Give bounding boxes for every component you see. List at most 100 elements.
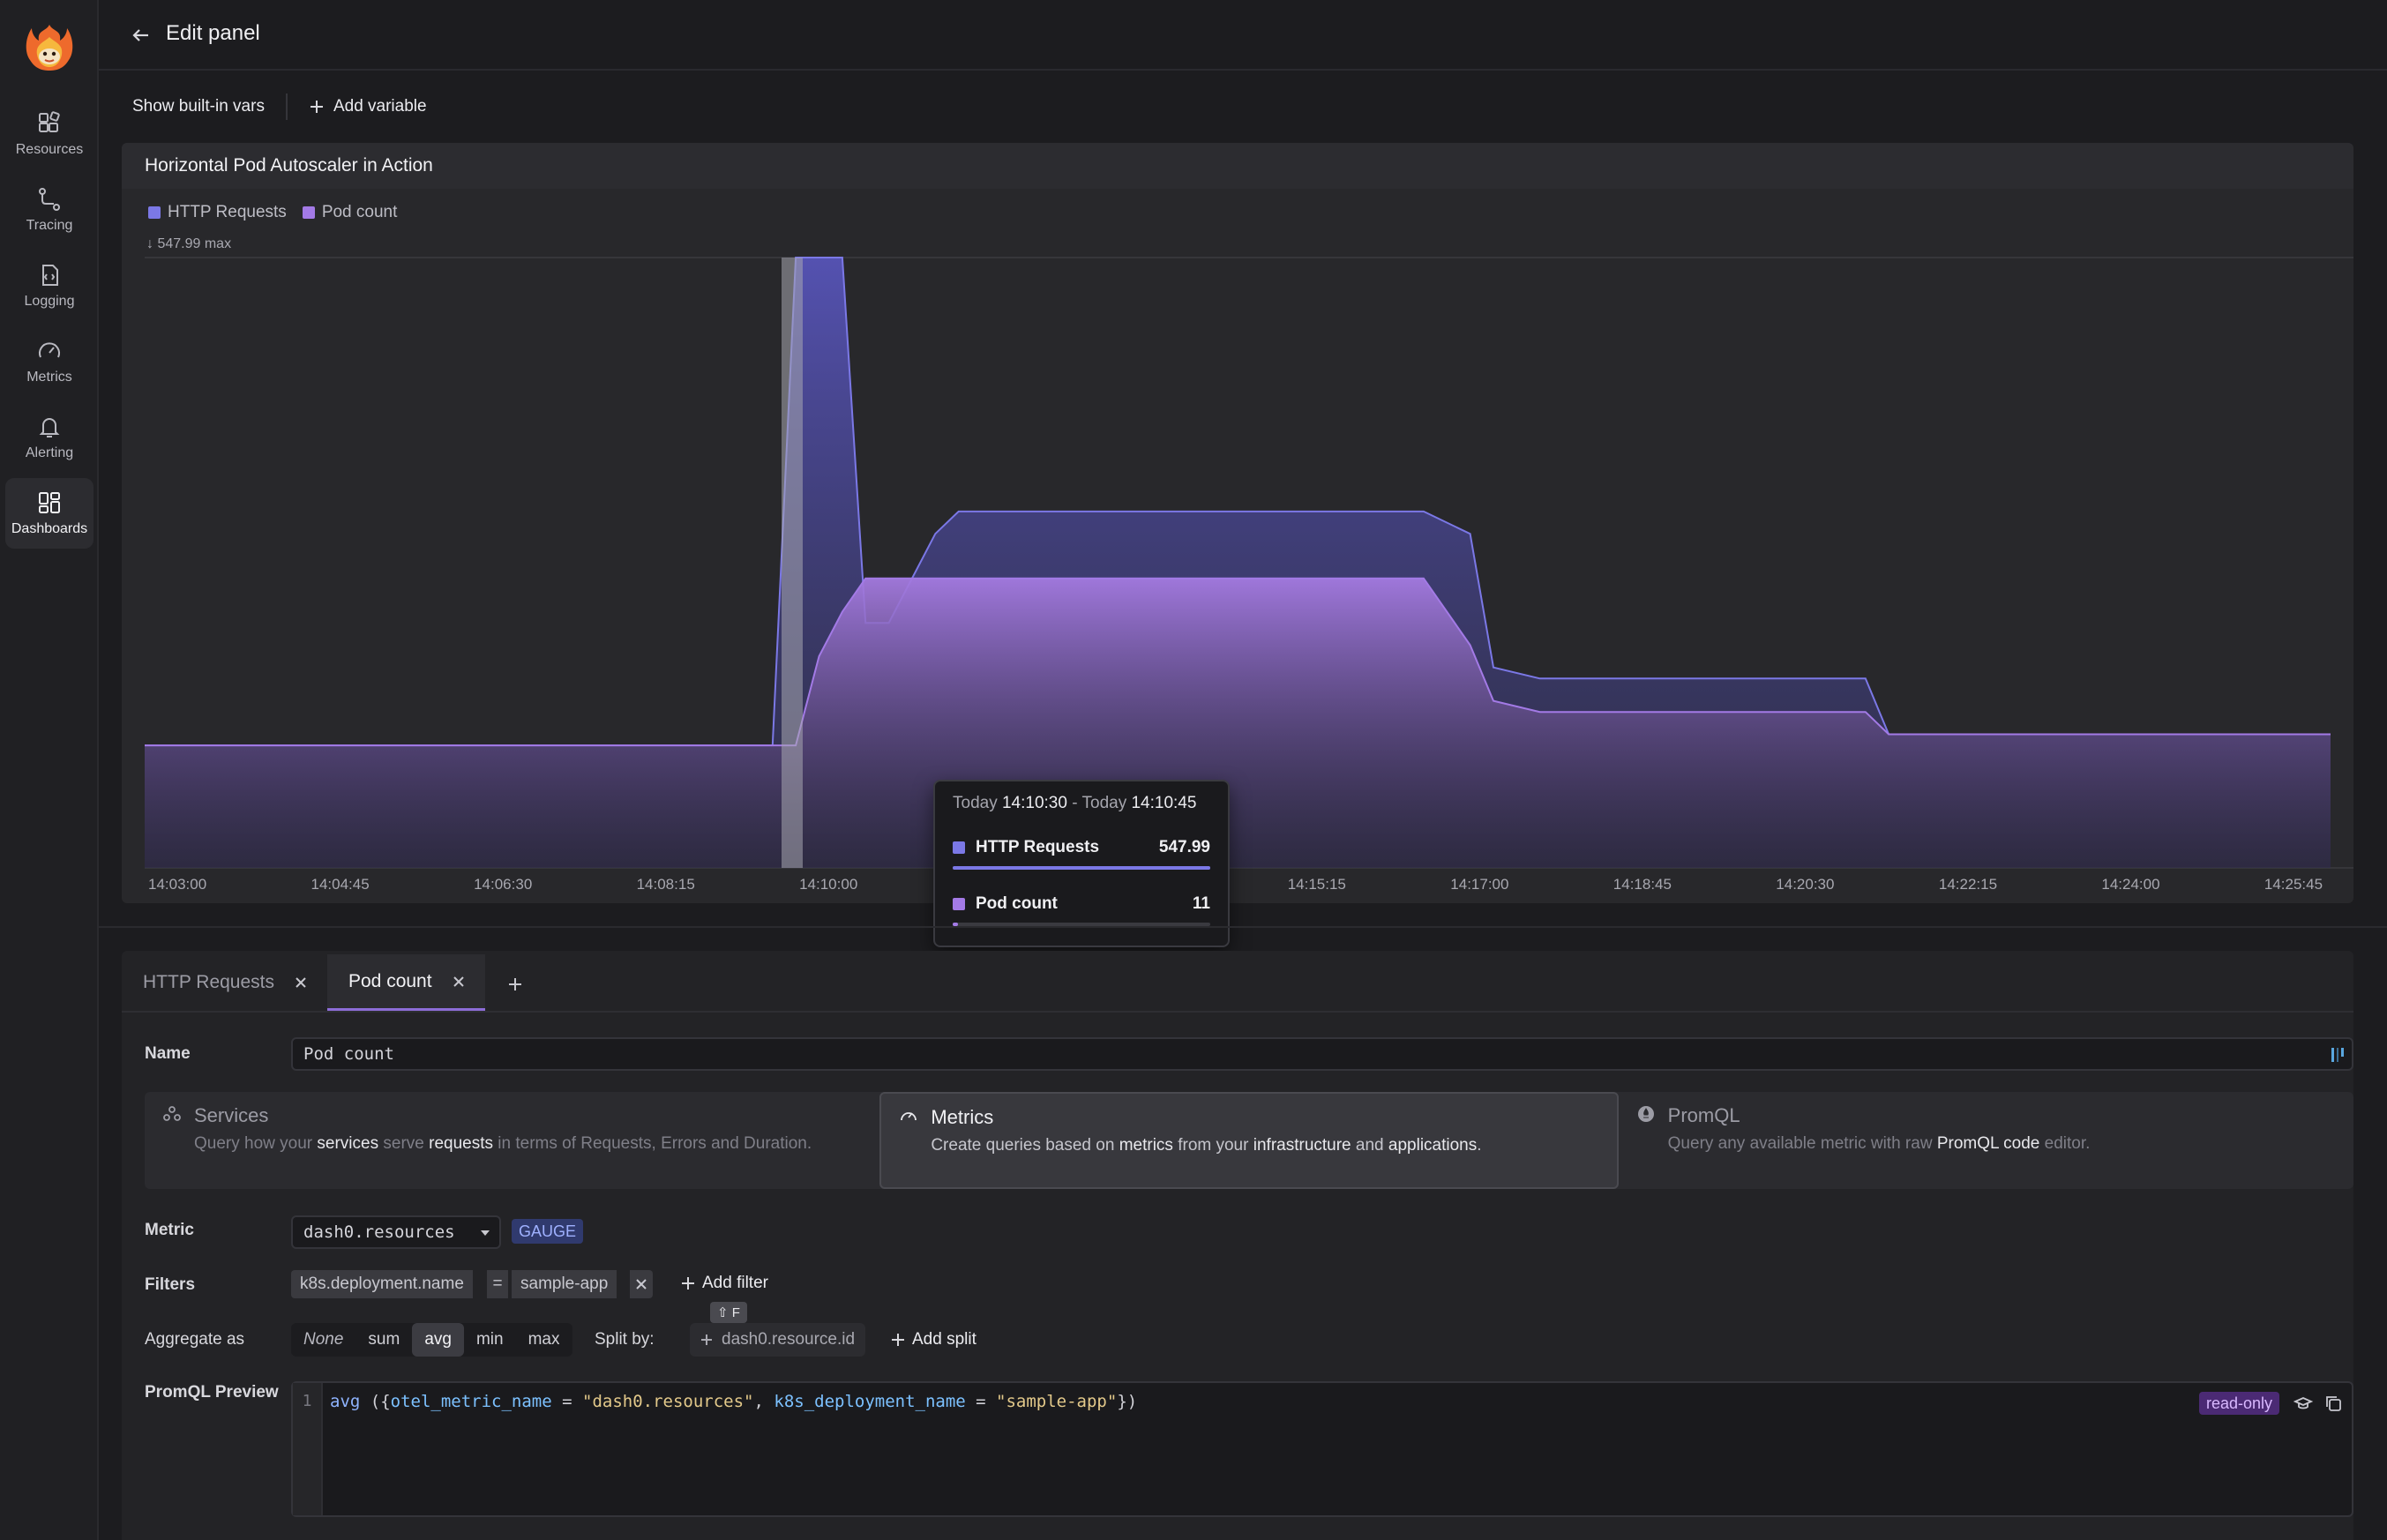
line-number-gutter: 1 <box>293 1383 323 1515</box>
legend-label: HTTP Requests <box>168 203 287 221</box>
legend-item-http-requests[interactable]: HTTP Requests <box>148 203 287 222</box>
filter-key-pill[interactable]: k8s.deployment.name <box>291 1270 473 1298</box>
add-filter-button[interactable]: Add filter <box>681 1274 768 1293</box>
close-icon[interactable] <box>452 975 466 989</box>
drag-handle-icon[interactable] <box>2331 1046 2346 1064</box>
code-token: = <box>965 1392 997 1411</box>
sidebar-item-alerting[interactable]: Alerting <box>5 402 94 473</box>
tab-http-requests[interactable]: HTTP Requests <box>122 954 327 1011</box>
query-type-promql[interactable]: PromQL Query any available metric with r… <box>1619 1092 2353 1189</box>
legend-label: Pod count <box>321 203 398 221</box>
dash0-logo-icon[interactable] <box>23 21 76 74</box>
promql-preview-editor[interactable]: 1 avg ({otel_metric_name = "dash0.resour… <box>291 1381 2353 1517</box>
tooltip-to-prefix: Today <box>1081 794 1127 812</box>
variables-toolbar: Show built-in vars Add variable <box>132 93 427 120</box>
area-chart[interactable]: 14:03:00 14:04:45 14:06:30 14:08:15 14:10:00… <box>122 143 2353 903</box>
tooltip-to-time: 14:10:45 <box>1131 794 1197 812</box>
graduation-cap-icon[interactable] <box>2293 1394 2313 1413</box>
tab-label: HTTP Requests <box>143 972 274 992</box>
query-type-services[interactable]: Services Query how your services serve r… <box>145 1092 879 1189</box>
show-built-in-vars-button[interactable]: Show built-in vars <box>132 97 265 116</box>
sidebar-item-label: Tracing <box>26 218 73 233</box>
aggregate-option-sum[interactable]: sum <box>355 1323 412 1357</box>
page-title: Edit panel <box>166 21 260 45</box>
tooltip-dash: - <box>1072 794 1078 812</box>
query-type-metrics[interactable]: Metrics Create queries based on metrics … <box>879 1092 1619 1189</box>
caret-down-icon <box>481 1230 490 1236</box>
legend-swatch <box>148 206 161 219</box>
plus-icon <box>682 1277 694 1290</box>
aggregate-option-avg[interactable]: avg <box>412 1323 464 1357</box>
metric-select[interactable]: dash0.resources <box>291 1215 501 1249</box>
aggregate-option-none[interactable]: None <box>291 1323 355 1357</box>
query-editor: HTTP Requests Pod count Name Pod count S… <box>122 951 2353 1540</box>
x-tick-label: 14:17:00 <box>1450 876 1508 893</box>
sidebar-item-tracing[interactable]: Tracing <box>5 175 94 245</box>
sidebar-item-metrics[interactable]: Metrics <box>5 326 94 397</box>
x-tick-label: 14:10:00 <box>799 876 857 893</box>
add-split-button[interactable]: Add split <box>891 1330 976 1349</box>
x-tick-label: 14:18:45 <box>1613 876 1672 893</box>
aggregate-option-max[interactable]: max <box>516 1323 572 1357</box>
tooltip-bar <box>953 866 1210 870</box>
add-query-plus-icon[interactable] <box>506 976 524 993</box>
desc-highlight: requests <box>429 1134 493 1153</box>
code-token: = <box>551 1392 583 1411</box>
metric-type-badge: GAUGE <box>512 1219 584 1244</box>
x-tick-label: 14:06:30 <box>474 876 532 893</box>
add-variable-button[interactable]: Add variable <box>333 97 427 116</box>
aggregate-option-min[interactable]: min <box>464 1323 516 1357</box>
x-tick-label: 14:08:15 <box>637 876 695 893</box>
sidebar-item-dashboards[interactable]: Dashboards <box>5 478 94 549</box>
desc-text: . <box>1477 1136 1482 1155</box>
plus-icon <box>310 101 323 113</box>
tooltip-swatch <box>953 841 965 854</box>
desc-text: in terms of Requests, Errors and Duratio… <box>493 1134 812 1153</box>
desc-highlight: PromQL code <box>1936 1134 2040 1153</box>
arrow-left-icon[interactable] <box>129 23 153 48</box>
x-tick-label: 14:22:15 <box>1939 876 1997 893</box>
sidebar-item-logging[interactable]: Logging <box>5 250 94 321</box>
y-max-value: 547.99 max <box>157 236 232 251</box>
dashboards-icon <box>39 492 60 513</box>
close-icon[interactable] <box>294 976 308 990</box>
tracing-icon <box>39 188 60 211</box>
query-type-desc: Query any available metric with raw Prom… <box>1668 1134 2353 1154</box>
metrics-icon <box>39 342 60 358</box>
sidebar-item-resources[interactable]: Resources <box>5 99 94 169</box>
metric-label: Metric <box>145 1221 194 1239</box>
toolbar-divider <box>285 93 288 120</box>
desc-highlight: metrics <box>1119 1136 1173 1155</box>
desc-text: Query any available metric with raw <box>1667 1134 1937 1153</box>
tooltip-from-time: 14:10:30 <box>1001 794 1067 812</box>
filter-value-pill[interactable]: sample-app <box>512 1270 617 1298</box>
add-split-label: Add split <box>912 1330 976 1349</box>
filter-operator-pill[interactable]: = <box>487 1270 508 1298</box>
tooltip-from-prefix: Today <box>953 794 998 812</box>
copy-icon[interactable] <box>2323 1394 2343 1413</box>
legend-item-pod-count[interactable]: Pod count <box>302 203 398 222</box>
tooltip-series-name: HTTP Requests <box>976 838 1100 856</box>
code-token: , <box>753 1392 774 1411</box>
desc-text: Query how your <box>194 1134 318 1153</box>
sidebar-item-label: Dashboards <box>11 521 88 536</box>
filter-remove-button[interactable] <box>630 1270 653 1298</box>
tab-pod-count[interactable]: Pod count <box>327 954 485 1011</box>
plus-icon <box>892 1334 904 1346</box>
close-icon <box>636 1279 647 1290</box>
read-only-badge: read-only <box>2198 1392 2279 1415</box>
tooltip-bar-fill <box>953 866 1210 870</box>
hover-cursor-band <box>782 258 803 868</box>
query-name-input[interactable]: Pod count <box>291 1037 2353 1071</box>
query-name-value: Pod count <box>303 1044 394 1064</box>
gauge-icon <box>901 1112 917 1121</box>
promql-code-line: avg ({otel_metric_name = "dash0.resource… <box>330 1392 1137 1411</box>
split-by-input[interactable]: dash0.resource.id <box>690 1323 866 1357</box>
resources-icon <box>39 111 60 132</box>
desc-highlight: services <box>317 1134 379 1153</box>
desc-text: and <box>1351 1136 1388 1155</box>
logging-icon <box>42 265 58 286</box>
aggregate-segmented-control: None sum avg min max <box>291 1323 572 1357</box>
split-by-placeholder: dash0.resource.id <box>722 1330 856 1349</box>
line-number: 1 <box>302 1392 312 1410</box>
